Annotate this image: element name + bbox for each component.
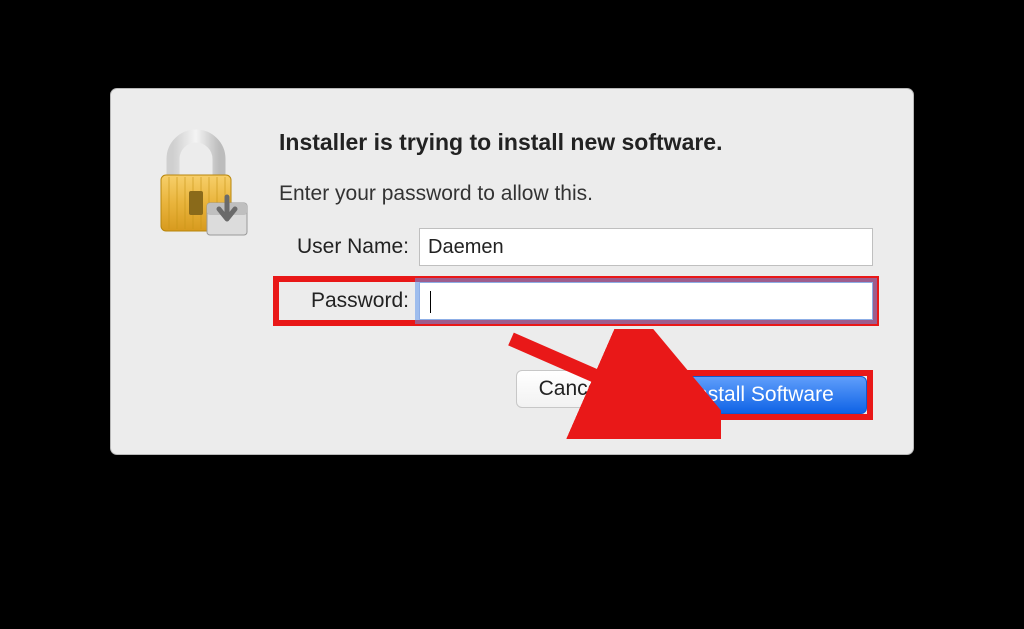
password-row: Password:	[279, 282, 873, 320]
confirm-highlight: Install Software	[651, 370, 873, 420]
username-field[interactable]	[419, 228, 873, 266]
dialog-heading: Installer is trying to install new softw…	[279, 129, 873, 156]
password-label: Password:	[279, 289, 419, 313]
button-row: Cancel Install Software	[279, 370, 873, 420]
dialog-content: Installer is trying to install new softw…	[151, 129, 873, 420]
lock-installer-icon	[151, 129, 251, 239]
text-caret	[430, 291, 431, 313]
cancel-button[interactable]: Cancel	[516, 370, 627, 408]
auth-dialog: Installer is trying to install new softw…	[110, 88, 914, 455]
dialog-body: Installer is trying to install new softw…	[279, 129, 873, 420]
username-row: User Name:	[279, 228, 873, 266]
install-software-button[interactable]: Install Software	[657, 376, 867, 414]
password-field[interactable]	[419, 282, 873, 320]
dialog-subtext: Enter your password to allow this.	[279, 182, 873, 206]
username-label: User Name:	[279, 235, 419, 259]
password-highlight: Password:	[273, 276, 879, 326]
